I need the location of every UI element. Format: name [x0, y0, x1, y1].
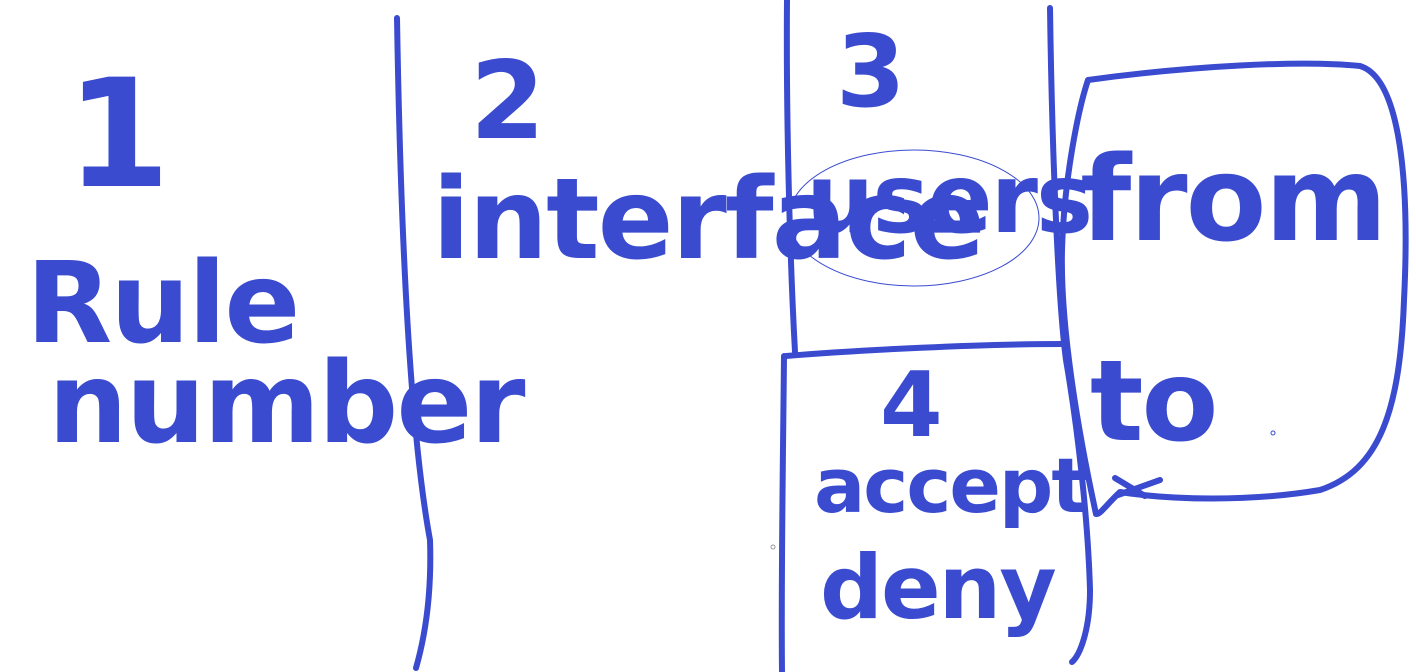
column-1-label-line2: number [48, 339, 525, 469]
stray-dot [770, 544, 776, 550]
whiteboard-canvas: 1 Rule number 2 interface 3 users 4 acce… [0, 0, 1416, 672]
from-label: from [1080, 130, 1386, 268]
column-2-number: 2 [470, 39, 543, 164]
column-3-label: users [806, 143, 1091, 255]
column-divider-3-4 [778, 353, 787, 672]
column-4-label-line1: accept [814, 441, 1086, 530]
handwritten-diagram: 1 Rule number 2 interface 3 users 4 acce… [26, 0, 1409, 672]
column-divider-4-5 [1047, 5, 1093, 665]
column-4-label-line2: deny [820, 536, 1055, 639]
to-label: to [1090, 337, 1216, 467]
ink-dot [1270, 430, 1276, 436]
column-1-number: 1 [66, 48, 168, 222]
column-3-number: 3 [836, 13, 904, 130]
